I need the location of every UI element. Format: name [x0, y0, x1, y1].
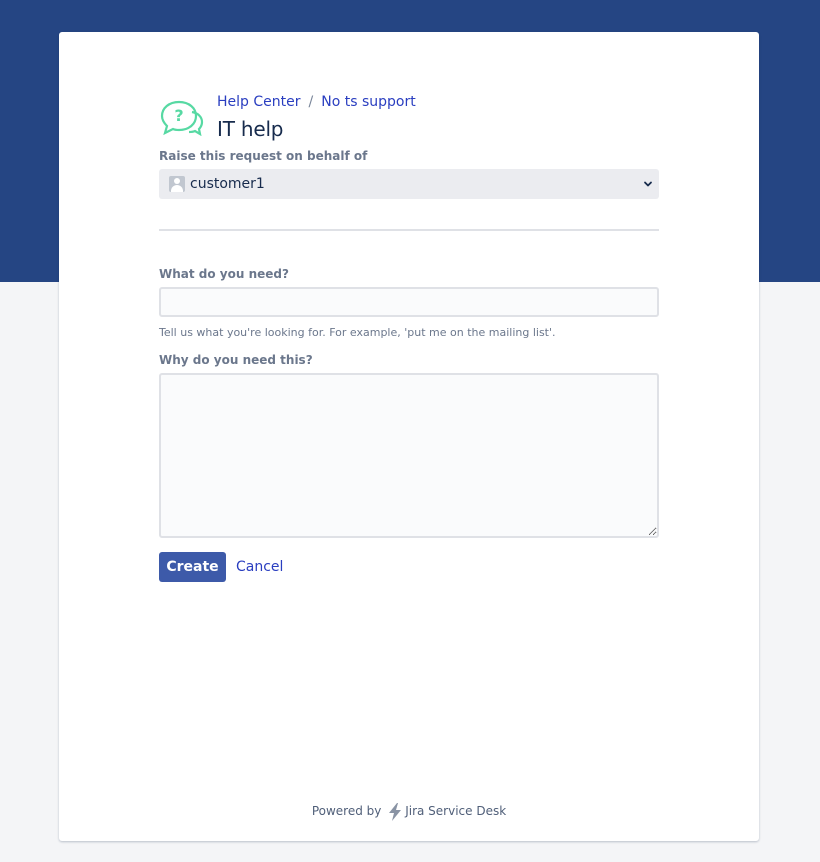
create-button[interactable]: Create — [159, 552, 226, 582]
summary-input[interactable] — [159, 287, 659, 317]
page-title: IT help — [217, 117, 284, 141]
svg-text:?: ? — [174, 106, 183, 125]
powered-by-text: Powered by — [311, 804, 382, 818]
breadcrumb-project-link[interactable]: No ts support — [321, 94, 415, 110]
help-chat-icon: ? — [160, 100, 204, 136]
jira-service-desk-link[interactable]: Jira Service Desk — [405, 804, 506, 818]
on-behalf-label: Raise this request on behalf of — [159, 149, 368, 163]
on-behalf-selected-value: customer1 — [190, 176, 265, 192]
breadcrumb-help-center-link[interactable]: Help Center — [217, 94, 301, 110]
description-textarea[interactable] — [159, 373, 659, 538]
breadcrumb: Help Center / No ts support — [217, 94, 416, 110]
request-form-card: ? Help Center / No ts support IT help Rais… — [59, 32, 759, 841]
description-label: Why do you need this? — [159, 353, 313, 367]
on-behalf-select[interactable]: customer1 — [159, 169, 659, 199]
summary-label: What do you need? — [159, 267, 289, 281]
portal-header: ? Help Center / No ts support IT help — [159, 94, 659, 144]
footer: Powered by Jira Service Desk — [59, 802, 759, 821]
cancel-link[interactable]: Cancel — [236, 559, 283, 575]
breadcrumb-separator: / — [308, 94, 314, 110]
chevron-down-icon — [644, 181, 652, 187]
jira-bolt-icon — [389, 802, 402, 821]
summary-helper-text: Tell us what you're looking for. For exa… — [159, 326, 556, 339]
user-avatar-icon — [169, 176, 185, 192]
section-divider — [159, 229, 659, 231]
